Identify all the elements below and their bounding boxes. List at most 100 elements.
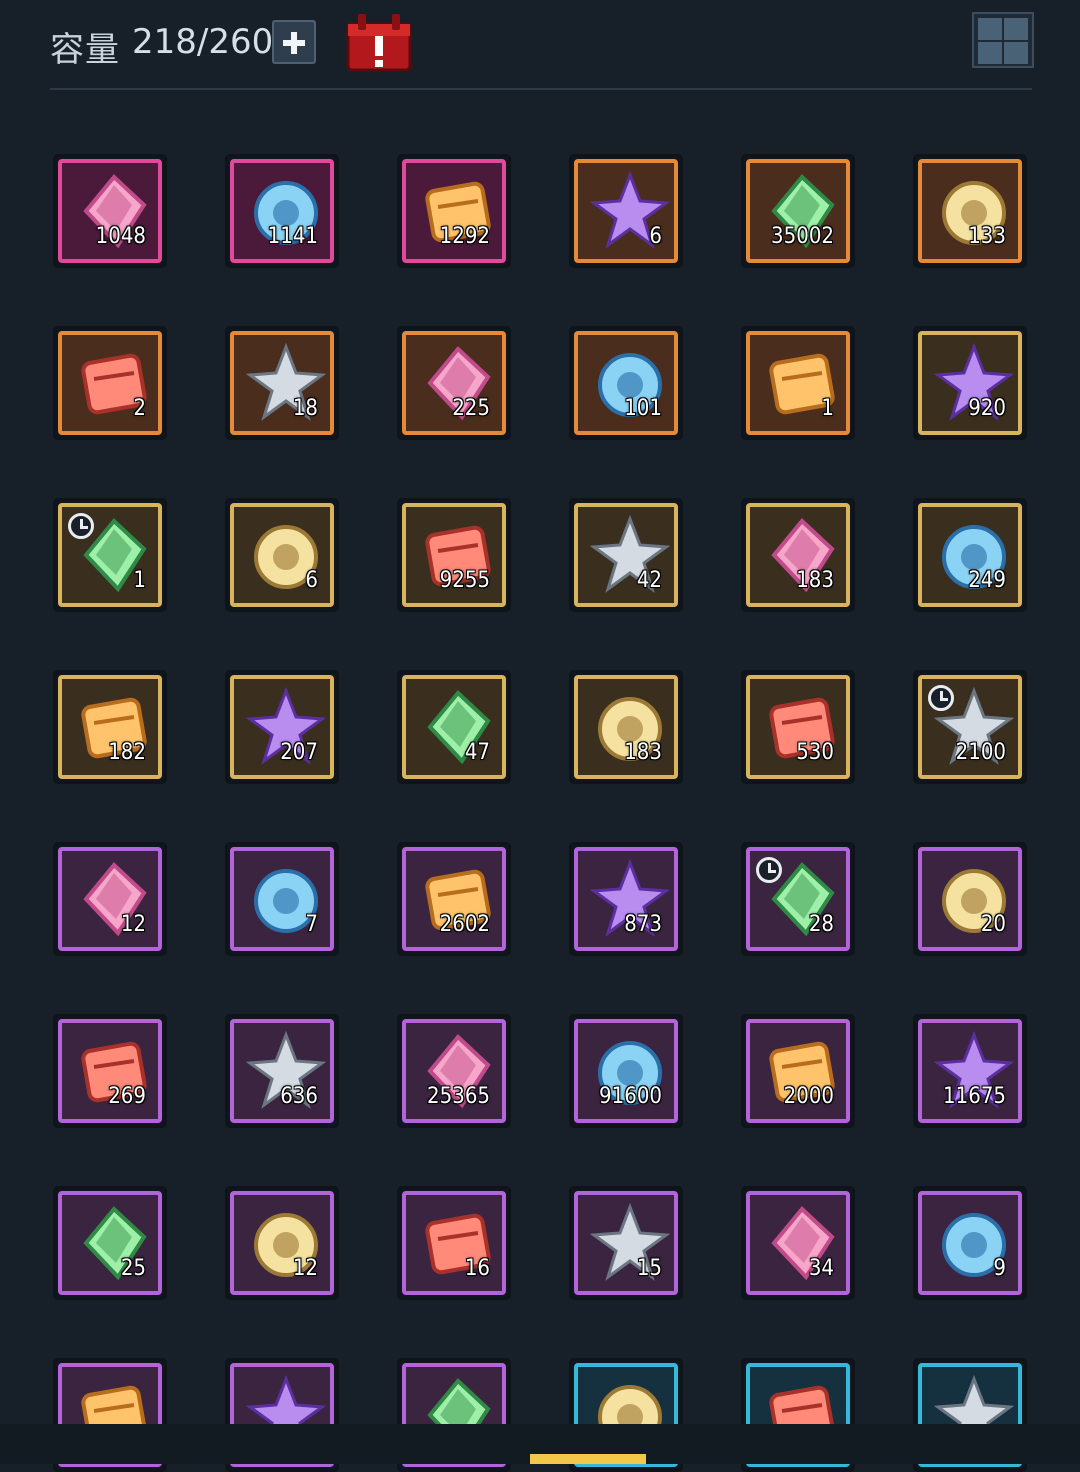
item-count: 183 xyxy=(624,740,662,765)
capacity-value: 218/260 xyxy=(132,22,274,62)
inventory-slot[interactable]: 15 xyxy=(569,1186,683,1300)
inventory-slot[interactable]: 1 xyxy=(53,498,167,612)
add-capacity-button[interactable] xyxy=(272,20,316,64)
clock-icon xyxy=(68,513,94,539)
item-count: 183 xyxy=(796,568,834,593)
inventory-slot[interactable]: 1292 xyxy=(397,154,511,268)
inventory-slot[interactable]: 249 xyxy=(913,498,1027,612)
red-calendar-alert-icon[interactable] xyxy=(344,10,414,74)
inventory-slot[interactable]: 47 xyxy=(397,670,511,784)
item-count: 6 xyxy=(305,568,318,593)
slot-inner: 2602 xyxy=(402,847,506,951)
inventory-slot[interactable]: 28 xyxy=(741,842,855,956)
inventory-slot[interactable]: 20 xyxy=(913,842,1027,956)
slot-inner: 183 xyxy=(574,675,678,779)
item-count: 25365 xyxy=(427,1084,490,1109)
item-count: 873 xyxy=(624,912,662,937)
slot-inner: 1 xyxy=(58,503,162,607)
inventory-slot[interactable]: 9 xyxy=(913,1186,1027,1300)
slot-inner: 6 xyxy=(574,159,678,263)
inventory-slot[interactable]: 42 xyxy=(569,498,683,612)
inventory-slot[interactable]: 1 xyxy=(741,326,855,440)
inventory-slot[interactable]: 2100 xyxy=(913,670,1027,784)
item-count: 20 xyxy=(980,912,1006,937)
slot-inner: 12 xyxy=(58,847,162,951)
inventory-slot[interactable]: 133 xyxy=(913,154,1027,268)
slot-inner: 42 xyxy=(574,503,678,607)
item-count: 2 xyxy=(133,396,146,421)
slot-inner: 225 xyxy=(402,331,506,435)
inventory-slot[interactable]: 9255 xyxy=(397,498,511,612)
slot-inner: 2000 xyxy=(746,1019,850,1123)
slot-inner: 269 xyxy=(58,1019,162,1123)
inventory-slot[interactable]: 7 xyxy=(225,842,339,956)
inventory-slot[interactable]: 12 xyxy=(225,1186,339,1300)
grid-cell xyxy=(1004,42,1028,64)
inventory-slot[interactable]: 920 xyxy=(913,326,1027,440)
slot-inner: 47 xyxy=(402,675,506,779)
slot-inner: 2100 xyxy=(918,675,1022,779)
item-count: 35002 xyxy=(771,224,834,249)
slot-inner: 1292 xyxy=(402,159,506,263)
item-count: 1 xyxy=(821,396,834,421)
item-count: 28 xyxy=(808,912,834,937)
inventory-slot[interactable]: 91600 xyxy=(569,1014,683,1128)
slot-inner: 25 xyxy=(58,1191,162,1295)
inventory-slot[interactable]: 2000 xyxy=(741,1014,855,1128)
inventory-slot[interactable]: 35002 xyxy=(741,154,855,268)
inventory-slot[interactable]: 530 xyxy=(741,670,855,784)
slot-inner: 15 xyxy=(574,1191,678,1295)
item-count: 249 xyxy=(968,568,1006,593)
inventory-slot[interactable]: 16 xyxy=(397,1186,511,1300)
slot-inner: 1 xyxy=(746,331,850,435)
slot-inner: 9 xyxy=(918,1191,1022,1295)
slot-inner: 530 xyxy=(746,675,850,779)
item-count: 636 xyxy=(280,1084,318,1109)
inventory-slot[interactable]: 101 xyxy=(569,326,683,440)
inventory-slot[interactable]: 25 xyxy=(53,1186,167,1300)
inventory-slot[interactable]: 183 xyxy=(741,498,855,612)
inventory-slot[interactable]: 207 xyxy=(225,670,339,784)
item-count: 1292 xyxy=(439,224,490,249)
inventory-slot[interactable]: 2602 xyxy=(397,842,511,956)
inventory-slot[interactable]: 12 xyxy=(53,842,167,956)
slot-inner: 133 xyxy=(918,159,1022,263)
inventory-slot[interactable]: 25365 xyxy=(397,1014,511,1128)
slot-inner: 101 xyxy=(574,331,678,435)
inventory-slot[interactable]: 636 xyxy=(225,1014,339,1128)
slot-inner: 25365 xyxy=(402,1019,506,1123)
item-count: 207 xyxy=(280,740,318,765)
item-count: 12 xyxy=(292,1256,318,1281)
inventory-slot[interactable]: 1048 xyxy=(53,154,167,268)
grid-view-button[interactable] xyxy=(972,12,1034,68)
inventory-slot[interactable]: 183 xyxy=(569,670,683,784)
inventory-slot[interactable]: 6 xyxy=(225,498,339,612)
item-count: 9 xyxy=(993,1256,1006,1281)
inventory-slot[interactable]: 182 xyxy=(53,670,167,784)
inventory-slot[interactable]: 34 xyxy=(741,1186,855,1300)
inventory-slot[interactable]: 2 xyxy=(53,326,167,440)
slot-inner: 9255 xyxy=(402,503,506,607)
inventory-slot[interactable]: 873 xyxy=(569,842,683,956)
item-count: 1048 xyxy=(95,224,146,249)
inventory-slot[interactable]: 11675 xyxy=(913,1014,1027,1128)
clock-icon xyxy=(928,685,954,711)
item-count: 47 xyxy=(464,740,490,765)
slot-inner: 28 xyxy=(746,847,850,951)
slot-inner: 11675 xyxy=(918,1019,1022,1123)
item-count: 269 xyxy=(108,1084,146,1109)
grid-cell xyxy=(978,42,1002,64)
slot-inner: 873 xyxy=(574,847,678,951)
slot-inner: 35002 xyxy=(746,159,850,263)
capacity-label: 容量 xyxy=(50,30,120,70)
item-count: 101 xyxy=(624,396,662,421)
item-count: 42 xyxy=(636,568,662,593)
inventory-slot[interactable]: 225 xyxy=(397,326,511,440)
inventory-slot[interactable]: 6 xyxy=(569,154,683,268)
inventory-slot[interactable]: 269 xyxy=(53,1014,167,1128)
item-count: 11675 xyxy=(943,1084,1006,1109)
item-count: 9255 xyxy=(439,568,490,593)
inventory-slot[interactable]: 18 xyxy=(225,326,339,440)
inventory-slot[interactable]: 1141 xyxy=(225,154,339,268)
slot-inner: 7 xyxy=(230,847,334,951)
